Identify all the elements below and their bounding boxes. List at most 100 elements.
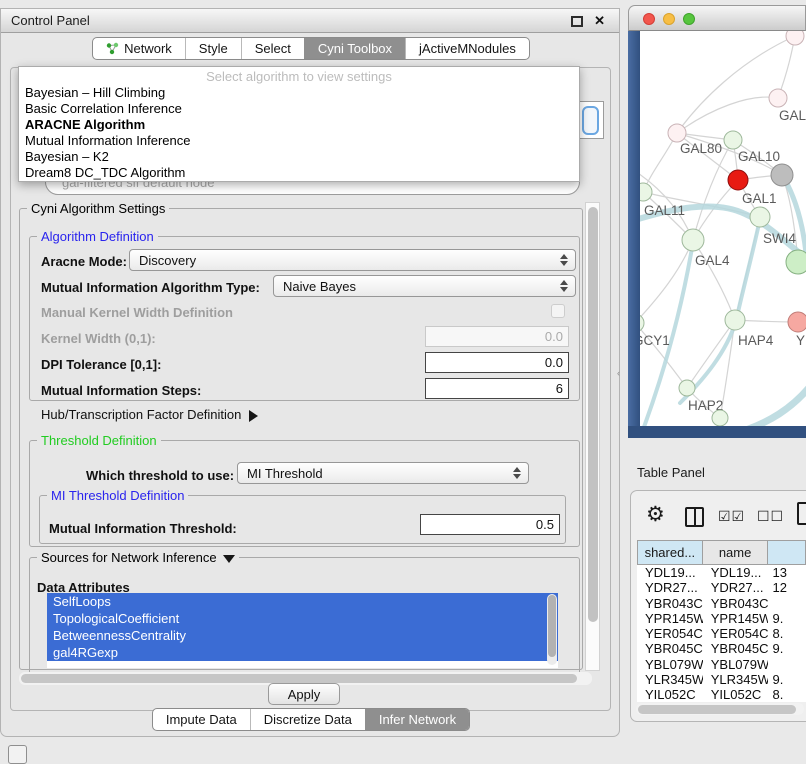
network-edge[interactable] [693,240,735,320]
table-row[interactable]: YDL19...YDL19...13 [637,565,806,580]
attribute-item[interactable]: BetweennessCentrality [47,627,558,644]
panel-splitter-handle[interactable]: ‹ [617,368,620,378]
network-node[interactable] [712,410,728,426]
settings-vertical-scrollbar[interactable] [585,202,600,671]
attribute-item[interactable]: gal4RGexp [47,644,558,661]
data-attributes-list[interactable]: SelfLoopsTopologicalCoefficientBetweenne… [47,593,558,668]
table-cell: YDR27... [703,580,769,595]
network-node-gcy1[interactable] [640,314,644,332]
table-row[interactable]: YBR043CYBR043C [637,596,806,611]
network-node-gal80[interactable] [668,124,686,142]
network-node-swi4[interactable] [786,250,806,274]
table-body: YDL19...YDL19...13YDR27...YDR27...12YBR0… [637,565,806,702]
table-row[interactable]: YLR345WYLR345W9. [637,672,806,687]
network-node-gal4[interactable] [682,229,704,251]
unchecked-pair-icon[interactable]: ☐☐ [757,508,784,525]
algorithm-option[interactable]: Dream8 DC_TDC Algorithm [19,165,579,181]
network-edge[interactable] [643,133,677,192]
tab-infer-network[interactable]: Infer Network [365,709,469,730]
network-node[interactable] [750,207,770,227]
attributes-scrollbar[interactable] [547,594,557,665]
control-panel-title: Control Panel [11,13,90,28]
expanded-arrow-icon[interactable] [223,555,235,563]
tab-cyni-toolbox[interactable]: Cyni Toolbox [304,38,405,59]
tab-select[interactable]: Select [241,38,304,59]
float-window-icon[interactable] [571,16,583,27]
network-node-gal[interactable] [769,89,787,107]
table-row[interactable]: YBR045CYBR045C9. [637,641,806,656]
dpi-tolerance-label: DPI Tolerance [0,1]: [41,357,161,372]
table-row[interactable]: YBL079WYBL079W [637,657,806,672]
control-panel-titlebar[interactable]: Control Panel ✕ [1,9,619,33]
table-header-row: shared...name [637,540,806,565]
network-node-gal10[interactable] [724,131,742,149]
network-edge[interactable] [677,97,778,133]
mi-steps-field[interactable] [425,378,569,399]
checked-pair-icon[interactable]: ☑☑ [718,508,745,525]
column-layout-icon[interactable] [685,507,704,527]
mi-threshold-field[interactable] [420,514,560,535]
table-cell: YDL19... [703,565,769,580]
attribute-item[interactable]: TopologicalCoefficient [47,610,558,627]
aracne-mode-label: Aracne Mode: [41,254,127,269]
network-window-titlebar[interactable] [628,5,806,31]
kernel-width-field[interactable] [425,326,569,347]
gear-icon[interactable]: ⚙ [646,504,665,525]
network-node[interactable] [786,31,804,45]
hub-section-toggle[interactable]: Hub/Transcription Factor Definition [41,407,258,422]
tab-label: Network [124,38,172,59]
which-threshold-combo[interactable]: MI Threshold [237,462,529,484]
apply-button[interactable]: Apply [268,683,340,705]
tab-network[interactable]: Network [93,38,185,59]
table-cell: YPR145W [703,611,769,626]
network-canvas[interactable]: GALGAL80GAL10GAL1GAL11SWI4GAL4GCY1HAP4YH… [640,31,806,426]
network-node-hap4[interactable] [725,310,745,330]
table-row[interactable]: YDR27...YDR27...12 [637,580,806,595]
algorithm-option[interactable]: ARACNE Algorithm [19,117,579,133]
table-row[interactable]: YER054CYER054C8. [637,626,806,641]
collapsed-arrow-icon[interactable] [249,410,258,422]
network-node-y[interactable] [788,312,806,332]
manual-kernel-checkbox[interactable] [551,304,565,318]
tab-impute-data[interactable]: Impute Data [153,709,250,730]
minimized-panel-button[interactable] [8,745,27,764]
dpi-tolerance-field[interactable] [425,352,569,373]
document-icon[interactable] [797,502,806,525]
network-node[interactable] [771,164,793,186]
network-node-gal1[interactable] [728,170,748,190]
network-edge[interactable] [778,36,795,98]
table-row[interactable]: YPR145WYPR145W9. [637,611,806,626]
aracne-mode-combo[interactable]: Discovery [129,249,576,271]
mac-zoom-button[interactable] [683,13,695,25]
network-selected-frame-bottom [628,426,806,438]
network-edge[interactable] [687,320,735,388]
mi-algorithm-type-combo[interactable]: Naive Bayes [273,275,576,297]
algorithm-option[interactable]: Basic Correlation Inference [19,101,579,117]
network-edge-highlighted[interactable] [740,384,806,426]
table-column-header[interactable] [768,540,806,565]
tab-jactivemnodules[interactable]: jActiveMNodules [405,38,529,59]
sources-title[interactable]: Sources for Network Inference [37,550,239,565]
attribute-item[interactable]: SelfLoops [47,593,558,610]
algorithm-option[interactable]: Bayesian – K2 [19,149,579,165]
algorithm-option[interactable]: Bayesian – Hill Climbing [19,85,579,101]
tab-label: Impute Data [166,709,237,730]
table-row[interactable]: YIL052CYIL052C8. [637,687,806,702]
tab-label: jActiveMNodules [419,38,516,59]
network-tab-icon [106,42,119,55]
table-horizontal-scrollbar[interactable] [636,703,804,715]
table-column-header[interactable]: shared... [637,540,703,565]
focused-spinner-button[interactable] [582,106,599,135]
mac-minimize-button[interactable] [663,13,675,25]
tab-discretize-data[interactable]: Discretize Data [250,709,365,730]
network-node-hap2[interactable] [679,380,695,396]
algorithm-option[interactable]: Mutual Information Inference [19,133,579,149]
mi-algorithm-type-value: Naive Bayes [283,279,356,294]
tab-label: Discretize Data [264,709,352,730]
mac-close-button[interactable] [643,13,655,25]
close-panel-icon[interactable]: ✕ [594,13,605,29]
network-edge[interactable] [677,36,795,133]
table-column-header[interactable]: name [703,540,769,565]
tab-style[interactable]: Style [185,38,241,59]
table-cell: YBR043C [637,596,703,611]
